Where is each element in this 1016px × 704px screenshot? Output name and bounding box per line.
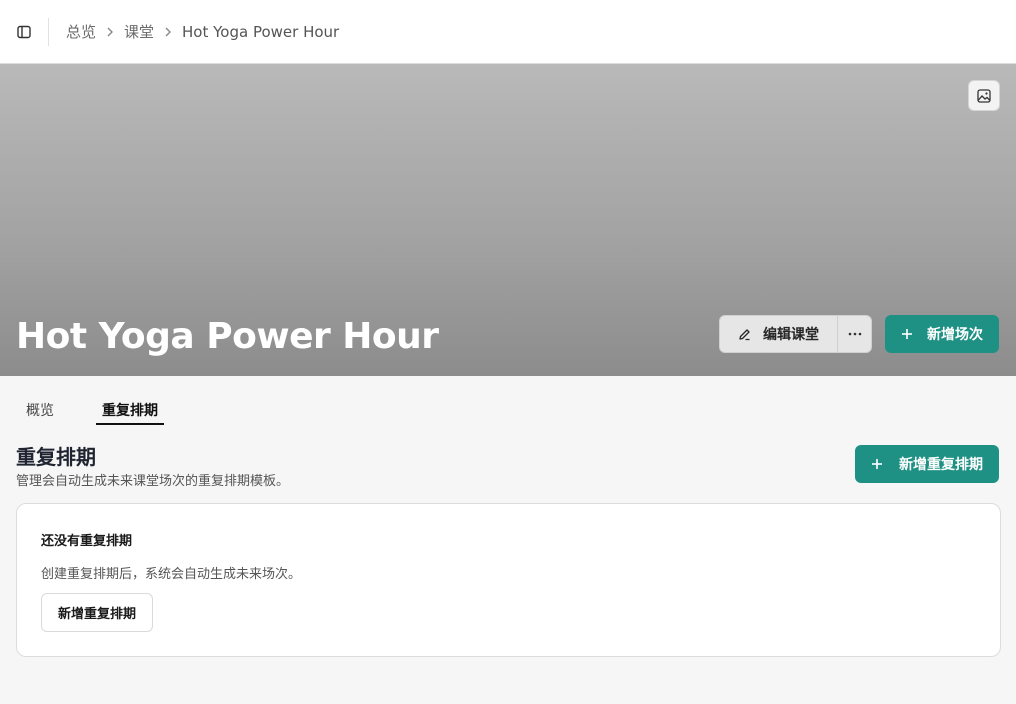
sidebar-toggle-button[interactable]: [0, 0, 48, 64]
edit-class-button[interactable]: 编辑课堂: [720, 316, 837, 352]
add-session-label: 新增场次: [927, 327, 983, 343]
edit-button-group: 编辑课堂: [719, 315, 872, 353]
breadcrumb-overview[interactable]: 总览: [66, 21, 96, 42]
sidebar-icon: [17, 25, 31, 38]
section-title: 重复排期: [16, 445, 96, 469]
hero-banner: Hot Yoga Power Hour 编辑课堂 新增场次: [0, 64, 1016, 376]
tab-recurring-schedules[interactable]: 重复排期: [96, 392, 164, 425]
section-description: 管理会自动生成未来课堂场次的重复排期模板。: [16, 474, 290, 489]
change-cover-image-button[interactable]: [968, 80, 1000, 111]
empty-state-card: 还没有重复排期 创建重复排期后，系统会自动生成未来场次。 新增重复排期: [16, 503, 1001, 657]
breadcrumb-current: Hot Yoga Power Hour: [182, 22, 340, 41]
ellipsis-icon: [848, 332, 861, 336]
breadcrumb-classes[interactable]: 课堂: [124, 21, 154, 42]
add-recurring-schedule-button[interactable]: 新增重复排期: [855, 445, 999, 483]
chevron-right-icon: [106, 26, 114, 38]
edit-class-label: 编辑课堂: [763, 327, 819, 343]
plus-icon: [872, 459, 882, 469]
plus-icon: [902, 329, 912, 339]
empty-state-description: 创建重复排期后，系统会自动生成未来场次。: [41, 567, 302, 582]
more-actions-button[interactable]: [837, 316, 871, 352]
tab-overview[interactable]: 概览: [16, 392, 64, 425]
tab-bar: 概览 重复排期: [16, 392, 164, 425]
empty-state-title: 还没有重复排期: [41, 534, 133, 549]
image-icon: [977, 88, 991, 103]
breadcrumb: 总览 课堂 Hot Yoga Power Hour: [49, 21, 339, 42]
top-bar: 总览 课堂 Hot Yoga Power Hour: [0, 0, 1016, 64]
pencil-icon: [739, 328, 750, 340]
add-recurring-schedule-label: 新增重复排期: [899, 457, 983, 473]
class-title: Hot Yoga Power Hour: [16, 316, 439, 357]
empty-state-add-button[interactable]: 新增重复排期: [41, 593, 154, 632]
hero-actions: 编辑课堂 新增场次: [719, 315, 999, 353]
add-session-button[interactable]: 新增场次: [885, 315, 999, 353]
chevron-right-icon: [164, 26, 172, 38]
